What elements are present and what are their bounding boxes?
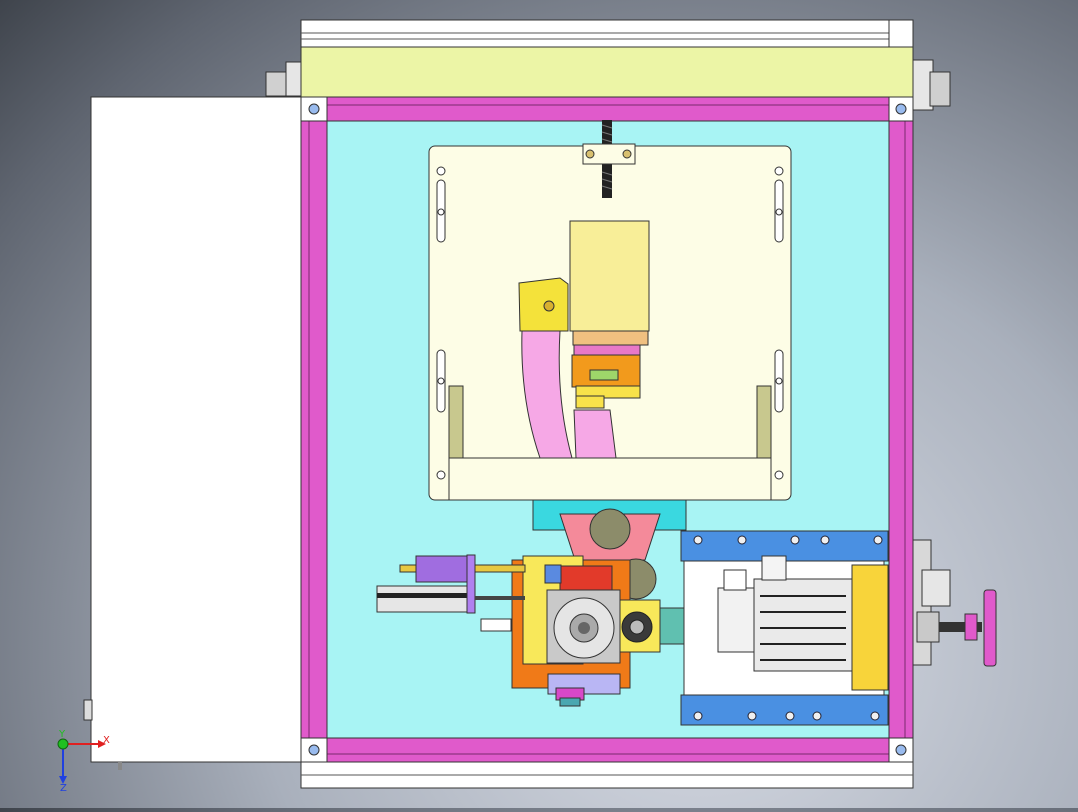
door-panel	[90, 96, 302, 763]
belt-bracket	[518, 277, 569, 332]
cylinder-purple-block	[415, 555, 469, 583]
head-green-part	[589, 369, 619, 381]
servo-terminal	[723, 569, 747, 591]
handwheel-mount	[921, 569, 951, 607]
corner-bolt	[308, 103, 320, 115]
guide-rail-right	[756, 385, 772, 459]
servo-motor-body	[753, 578, 853, 672]
left-bracket-inner	[285, 61, 303, 97]
guide-rail-left	[448, 385, 464, 459]
head-plate-pink	[573, 344, 641, 356]
cylinder-rod2	[475, 596, 525, 600]
screw-nut-bolt	[622, 149, 632, 159]
carriage-bracket	[448, 457, 772, 501]
top-rail	[300, 46, 914, 98]
right-top-bracket-outer	[929, 71, 951, 107]
corner-bolt	[895, 744, 907, 756]
head-yellow-arm2	[575, 395, 605, 409]
cylinder-stripe	[377, 593, 467, 598]
handwheel-hub	[964, 613, 978, 641]
head-motor-block	[569, 220, 650, 332]
head-motor-flange	[572, 330, 649, 346]
drive-bottom-cap	[559, 697, 581, 707]
motor-mount-bottom	[680, 694, 889, 726]
left-bracket	[265, 71, 289, 97]
screw-nut-bolt	[585, 149, 595, 159]
handwheel-icon[interactable]	[983, 589, 997, 667]
cylinder-end	[466, 554, 476, 614]
assembly-drawing: X Y Z	[57, 19, 997, 794]
corner-bolt	[308, 744, 320, 756]
drive-motor-center	[578, 622, 590, 634]
axis-label-y: Y	[58, 729, 66, 740]
motor-shaft-link	[659, 607, 685, 645]
servo-motor-flange	[851, 564, 889, 691]
servo-connector	[761, 555, 787, 581]
feed-roller-top	[589, 508, 631, 550]
door-foot	[118, 762, 122, 770]
cylinder-pad	[480, 618, 512, 632]
axis-label-x: X	[103, 735, 110, 746]
corner-bolt	[895, 103, 907, 115]
servo-coupling	[717, 587, 755, 653]
drive-blue-pad	[544, 564, 562, 584]
cad-viewport[interactable]: X Y Z	[0, 0, 1078, 808]
handwheel-collar	[916, 611, 940, 643]
belt-bracket-hole	[543, 300, 555, 312]
drive-small-gear-center	[629, 619, 645, 635]
axis-label-z: Z	[60, 783, 67, 794]
pink-belt-right	[573, 409, 617, 459]
cylinder-body	[376, 585, 468, 613]
door-hinge	[83, 699, 93, 721]
